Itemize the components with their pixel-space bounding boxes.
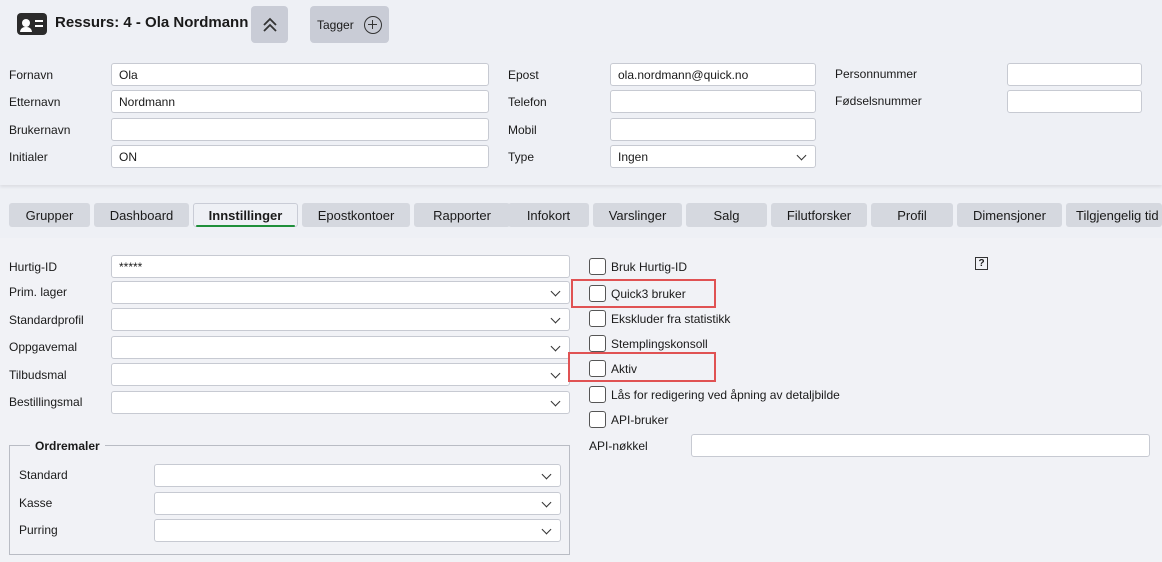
- tab-varslinger[interactable]: Varslinger: [593, 203, 682, 227]
- tab-tilgjengelig-tid[interactable]: Tilgjengelig tid: [1066, 203, 1162, 227]
- epost-label: Epost: [508, 68, 539, 82]
- oppgavemal-select[interactable]: [111, 336, 570, 359]
- brukernavn-label: Brukernavn: [9, 123, 71, 137]
- fodselsnummer-label: Fødselsnummer: [835, 94, 922, 108]
- prim-lager-select[interactable]: [111, 281, 570, 304]
- tags-label: Tagger: [317, 17, 354, 32]
- ekskluder-statistikk-checkbox[interactable]: [589, 310, 606, 327]
- api-key-input[interactable]: [691, 434, 1150, 457]
- aktiv-highlight-box: [568, 352, 716, 382]
- type-label: Type: [508, 150, 535, 164]
- contact-card-icon: [17, 13, 47, 35]
- page-title: Ressurs: 4 - Ola Nordmann: [55, 14, 249, 31]
- prim-lager-label: Prim. lager: [9, 285, 68, 299]
- api-key-label: API-nøkkel: [589, 439, 648, 453]
- tab-filutforsker[interactable]: Filutforsker: [771, 203, 867, 227]
- initialer-label: Initialer: [9, 150, 48, 164]
- las-redigering-checkbox[interactable]: [589, 386, 606, 403]
- bestillingsmal-label: Bestillingsmal: [9, 395, 83, 409]
- stemplingskonsoll-checkbox[interactable]: [589, 335, 606, 352]
- telefon-label: Telefon: [508, 95, 547, 109]
- tab-dimensjoner[interactable]: Dimensjoner: [957, 203, 1062, 227]
- tab-epostkontoer[interactable]: Epostkontoer: [302, 203, 410, 227]
- hurtig-id-label: Hurtig-ID: [9, 260, 58, 274]
- quick3-highlight-box: [571, 279, 716, 308]
- tags-button[interactable]: Tagger: [310, 6, 389, 43]
- bruk-hurtig-id-checkbox[interactable]: [589, 258, 606, 275]
- tab-infokort[interactable]: Infokort: [508, 203, 589, 227]
- bruk-hurtig-id-label: Bruk Hurtig-ID: [611, 260, 688, 274]
- standard-select[interactable]: [154, 464, 561, 487]
- add-circle-icon: [363, 15, 382, 34]
- tilbudsmal-select[interactable]: [111, 363, 570, 386]
- personnummer-label: Personnummer: [835, 67, 918, 81]
- standardprofil-label: Standardprofil: [9, 313, 84, 327]
- personnummer-input[interactable]: [1007, 63, 1142, 86]
- chevron-double-up-icon: [262, 17, 277, 32]
- collapse-button[interactable]: [251, 6, 288, 43]
- tab-rapporter[interactable]: Rapporter: [414, 203, 510, 227]
- tab-profil[interactable]: Profil: [871, 203, 953, 227]
- tab-innstillinger[interactable]: Innstillinger: [193, 203, 298, 227]
- mobil-label: Mobil: [508, 123, 537, 137]
- tab-grupper[interactable]: Grupper: [9, 203, 90, 227]
- initialer-input[interactable]: ON: [111, 145, 489, 168]
- purring-label: Purring: [19, 523, 58, 537]
- stemplingskonsoll-label: Stemplingskonsoll: [611, 337, 708, 351]
- etternavn-label: Etternavn: [9, 95, 61, 109]
- fornavn-input[interactable]: Ola: [111, 63, 489, 86]
- tab-dashboard[interactable]: Dashboard: [94, 203, 189, 227]
- standard-label: Standard: [19, 468, 68, 482]
- api-bruker-label: API-bruker: [611, 413, 669, 427]
- tab-salg[interactable]: Salg: [686, 203, 767, 227]
- ekskluder-statistikk-label: Ekskluder fra statistikk: [611, 312, 731, 326]
- type-select[interactable]: Ingen: [610, 145, 816, 168]
- fornavn-label: Fornavn: [9, 68, 54, 82]
- brukernavn-input[interactable]: [111, 118, 489, 141]
- kasse-label: Kasse: [19, 496, 53, 510]
- telefon-input[interactable]: [610, 90, 816, 113]
- purring-select[interactable]: [154, 519, 561, 542]
- epost-input[interactable]: ola.nordmann@quick.no: [610, 63, 816, 86]
- ordremaler-legend: Ordremaler: [30, 439, 105, 453]
- mobil-input[interactable]: [610, 118, 816, 141]
- help-icon[interactable]: ?: [975, 257, 988, 270]
- api-bruker-checkbox[interactable]: [589, 411, 606, 428]
- standardprofil-select[interactable]: [111, 308, 570, 331]
- kasse-select[interactable]: [154, 492, 561, 515]
- oppgavemal-label: Oppgavemal: [9, 340, 78, 354]
- etternavn-input[interactable]: Nordmann: [111, 90, 489, 113]
- las-redigering-label: Lås for redigering ved åpning av detaljb…: [611, 388, 840, 402]
- hurtig-id-input[interactable]: *****: [111, 255, 570, 278]
- bestillingsmal-select[interactable]: [111, 391, 570, 414]
- fodselsnummer-input[interactable]: [1007, 90, 1142, 113]
- tilbudsmal-label: Tilbudsmal: [9, 368, 67, 382]
